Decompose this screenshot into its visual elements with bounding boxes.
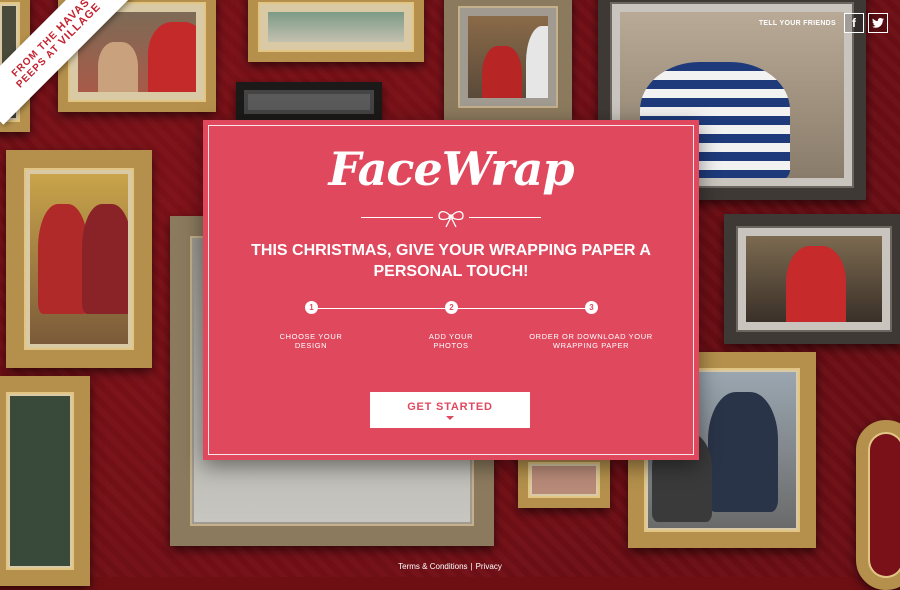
step-number-2: 2: [445, 301, 458, 314]
bow-divider: [361, 210, 541, 228]
tagline: THIS CHRISTMAS, GIVE YOUR WRAPPING PAPER…: [251, 242, 651, 280]
facewrap-intro-modal: FaceWrap THIS CHRISTMAS, GIVE YOUR WRAPP…: [203, 120, 699, 460]
step-label-2: ADD YOUR PHOTOS: [428, 332, 474, 350]
bow-icon: [438, 210, 464, 228]
get-started-button[interactable]: GET STARTED: [370, 392, 530, 428]
photo-frame: [724, 214, 900, 344]
facebook-share-button[interactable]: f: [844, 13, 864, 33]
photo-frame: [444, 0, 572, 122]
get-started-label: GET STARTED: [407, 400, 493, 413]
footer: Terms & Conditions | Privacy: [0, 562, 900, 571]
terms-link[interactable]: Terms & Conditions: [398, 562, 467, 571]
step-number-3: 3: [585, 301, 598, 314]
footer-separator: |: [470, 562, 473, 571]
photo-frame: [6, 150, 152, 368]
facewrap-logo: FaceWrap: [328, 142, 574, 196]
divider-line: [361, 217, 433, 218]
divider-line: [469, 217, 541, 218]
twitter-icon: [872, 18, 884, 28]
photo-frame: [0, 376, 90, 586]
tell-friends-label: TELL YOUR FRIENDS: [758, 19, 836, 27]
photo-frame: [518, 452, 610, 508]
photo-frame: [236, 82, 382, 122]
step-label-3: ORDER OR DOWNLOAD YOUR WRAPPING PAPER: [529, 332, 653, 350]
facebook-icon: f: [852, 16, 856, 30]
photo-frame: [248, 0, 424, 62]
social-share: TELL YOUR FRIENDS f: [759, 13, 888, 33]
privacy-link[interactable]: Privacy: [476, 562, 502, 571]
caret-down-icon: [446, 415, 454, 420]
twitter-share-button[interactable]: [868, 13, 888, 33]
step-number-1: 1: [305, 301, 318, 314]
step-label-1: CHOOSE YOUR DESIGN: [279, 332, 343, 350]
